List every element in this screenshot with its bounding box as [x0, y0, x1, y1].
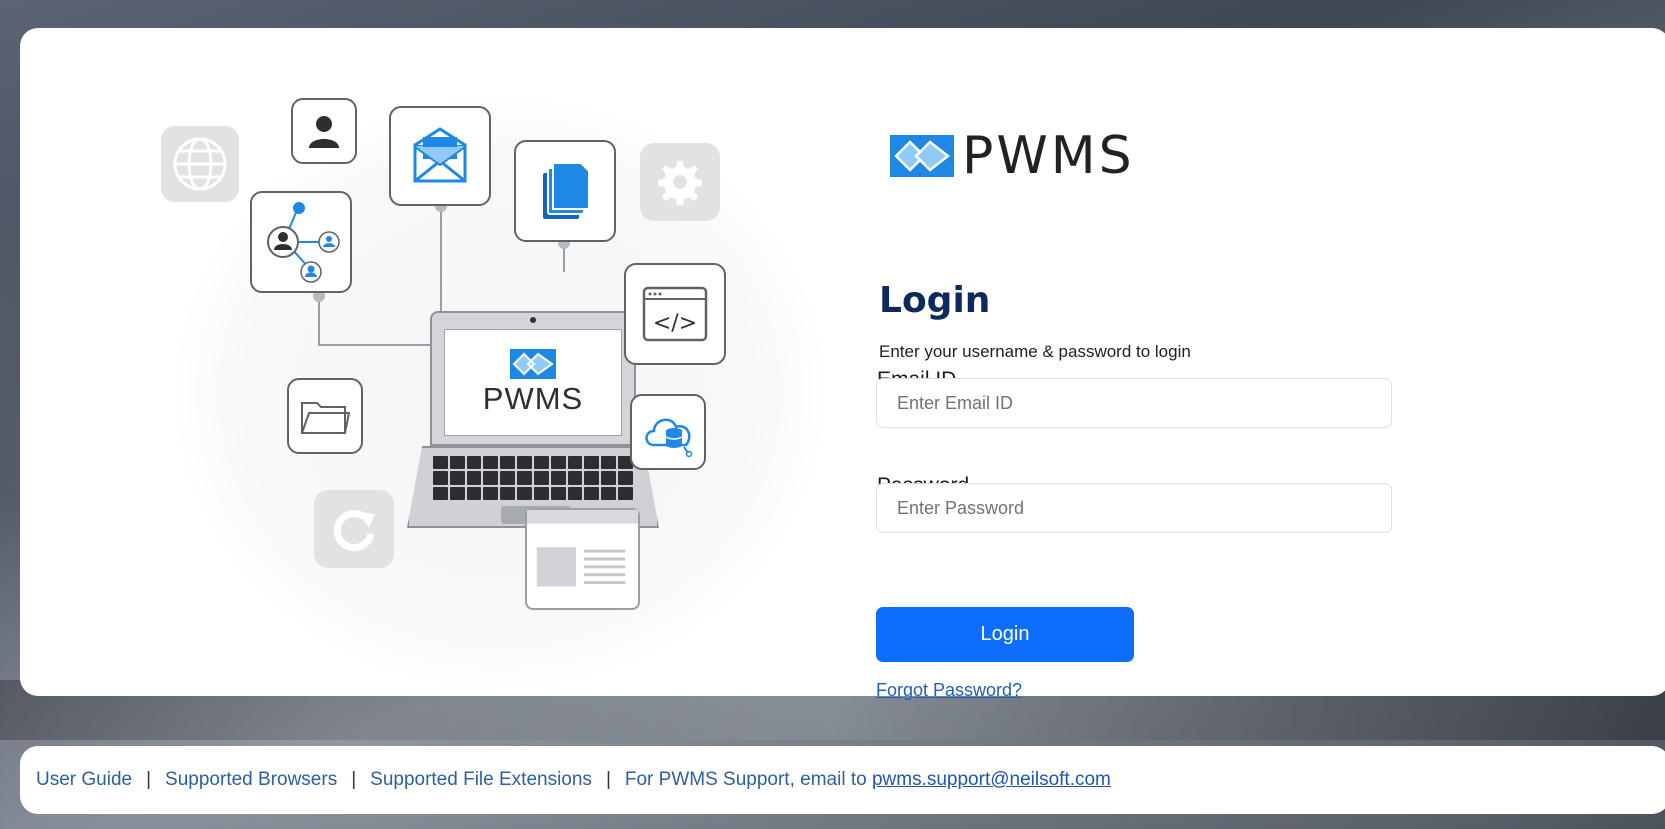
- email-field[interactable]: [876, 378, 1392, 428]
- email-icon: [389, 106, 491, 206]
- gear-icon: [640, 143, 720, 221]
- folder-icon: [287, 378, 363, 454]
- svg-text:</>: </>: [653, 311, 697, 336]
- pwms-logo-icon: [510, 348, 556, 379]
- laptop-screen: PWMS: [430, 311, 636, 446]
- globe-icon: [161, 126, 239, 202]
- user-guide-link[interactable]: User Guide: [36, 769, 132, 791]
- support-email-link[interactable]: pwms.support@neilsoft.com: [872, 769, 1111, 791]
- cloud-database-icon: [630, 394, 706, 470]
- login-button[interactable]: Login: [876, 607, 1134, 662]
- pwms-logo-icon: [890, 135, 954, 177]
- code-icon: </>: [624, 263, 726, 365]
- support-text: For PWMS Support, email to: [624, 769, 872, 790]
- refresh-icon: [314, 490, 394, 568]
- footer-separator: |: [146, 769, 152, 790]
- footer-separator: |: [605, 769, 611, 790]
- footer-bar: User Guide | Supported Browsers | Suppor…: [20, 746, 1665, 814]
- documents-icon: [514, 140, 616, 242]
- keyboard-keys: [433, 456, 633, 500]
- login-card: PWMS </> PWMS Login Enter your username …: [20, 28, 1665, 700]
- connector-line: [440, 206, 442, 311]
- camera-dot: [530, 317, 536, 323]
- brand-name: PWMS: [962, 126, 1135, 186]
- login-subtitle: Enter your username & password to login: [879, 342, 1191, 361]
- supported-file-extensions-link[interactable]: Supported File Extensions: [370, 769, 592, 791]
- supported-browsers-link[interactable]: Supported Browsers: [165, 769, 337, 791]
- laptop-display: PWMS: [444, 329, 622, 436]
- user-icon: [291, 98, 357, 164]
- login-title: Login: [879, 280, 991, 321]
- footer-separator: |: [351, 769, 357, 790]
- webpage-icon: [525, 508, 640, 610]
- brand-logo: PWMS: [890, 126, 1135, 186]
- forgot-password-link[interactable]: Forgot Password?: [876, 680, 1022, 701]
- laptop-screen-brand: PWMS: [482, 380, 584, 416]
- connector-line: [318, 344, 430, 346]
- password-field[interactable]: [876, 483, 1392, 533]
- user-network-icon: [250, 191, 352, 293]
